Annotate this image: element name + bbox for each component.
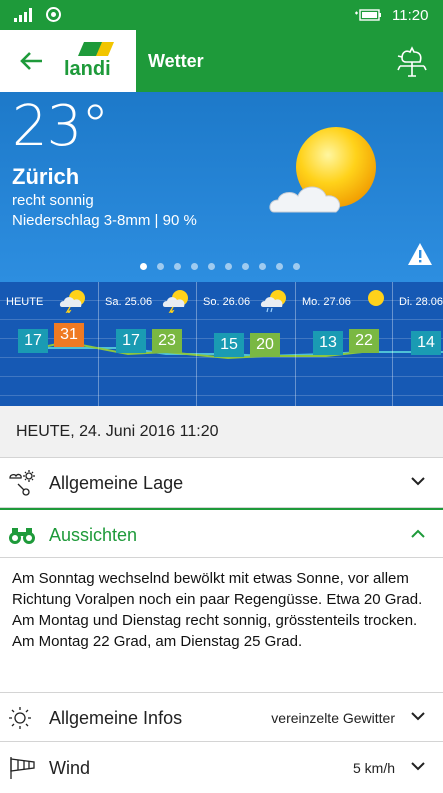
forecast-min-temp: 13 xyxy=(313,331,343,355)
chevron-down-icon[interactable] xyxy=(411,762,425,771)
page-dot xyxy=(242,263,249,270)
sun-thunder-icon xyxy=(162,290,188,313)
section-label: Allgemeine Lage xyxy=(49,473,184,493)
page-dot xyxy=(259,263,266,270)
forecast-max-temp: 20 xyxy=(250,333,280,357)
section-label: Wind xyxy=(49,758,91,778)
clock: 11:20 xyxy=(392,7,429,24)
date-bar: HEUTE, 24. Juni 2016 11:20 xyxy=(0,406,443,458)
outlook-text: Am Sonntag wechselnd bewölkt mit etwas S… xyxy=(12,570,423,650)
logo-area: landi xyxy=(0,30,136,92)
page-dot xyxy=(174,263,181,270)
forecast-day-label: Di. 28.06 xyxy=(399,296,443,308)
forecast-min-temp: 14 xyxy=(411,331,441,355)
page-dot xyxy=(157,263,164,270)
precipitation-info: Niederschlag 3-8mm | 90 % xyxy=(12,212,197,229)
sun-icon xyxy=(368,290,384,306)
sun-thunder-icon xyxy=(59,290,85,313)
page-dot xyxy=(191,263,198,270)
forecast-day-label: Sa. 25.06 xyxy=(105,296,153,308)
forecast-strip[interactable]: HEUTE 17 31 Sa. 25.06 17 23 So. 26.06 15 20 Mo. 2… xyxy=(0,282,443,406)
page-indicator xyxy=(140,263,310,271)
chevron-up-icon[interactable] xyxy=(411,529,425,538)
section-allgemeine-infos[interactable]: Allgemeine Infos vereinzelte Gewitter xyxy=(0,692,443,742)
warning-triangle-icon[interactable] xyxy=(407,242,433,266)
forecast-day-label: Mo. 27.06 xyxy=(302,296,351,308)
forecast-min-temp: 17 xyxy=(18,329,48,353)
sun-cloud-icon xyxy=(269,127,376,213)
signal-icon xyxy=(14,8,36,22)
forecast-day-label: So. 26.06 xyxy=(203,296,251,308)
page-dot xyxy=(140,263,147,270)
sun-cloud-rain-icon xyxy=(260,290,286,313)
forecast-max-temp: 23 xyxy=(152,329,182,353)
section-aussichten[interactable]: Aussichten xyxy=(0,508,443,558)
arrow-left-icon[interactable] xyxy=(18,47,46,75)
current-weather-panel[interactable]: 23° Zürich recht sonnig Niederschlag 3-8… xyxy=(0,92,443,282)
svg-text:landi: landi xyxy=(64,58,111,80)
forecast-min-temp: 15 xyxy=(214,333,244,357)
page-dot xyxy=(225,263,232,270)
rooster-weathervane-icon[interactable] xyxy=(396,44,428,78)
landi-logo: landi xyxy=(64,42,114,80)
forecast-max-temp: 22 xyxy=(349,329,379,353)
chevron-down-icon[interactable] xyxy=(411,712,425,721)
section-value: vereinzelte Gewitter xyxy=(271,710,395,726)
date-text: HEUTE, 24. Juni 2016 11:20 xyxy=(16,423,219,440)
app-header: landi Wetter xyxy=(0,30,443,92)
chevron-down-icon[interactable] xyxy=(411,477,425,486)
section-label: Aussichten xyxy=(49,525,138,545)
current-condition: recht sonnig xyxy=(12,192,94,209)
windsock-icon xyxy=(10,757,35,779)
location-icon xyxy=(46,7,61,22)
section-value: 5 km/h xyxy=(352,760,395,776)
status-bar: 11:20 xyxy=(0,0,443,30)
page-dot xyxy=(276,263,283,270)
page-dot xyxy=(293,263,300,270)
forecast-min-temp: 17 xyxy=(116,329,146,353)
current-temperature: 23° xyxy=(12,94,109,159)
forecast-day[interactable]: So. 26.06 xyxy=(196,282,295,406)
weather-symbols-icon xyxy=(9,470,35,496)
city-name: Zürich xyxy=(12,164,80,189)
section-allgemeine-lage[interactable]: Allgemeine Lage xyxy=(0,458,443,508)
sun-outline-icon xyxy=(9,707,31,729)
forecast-day-label: HEUTE xyxy=(6,296,44,308)
page-dot xyxy=(208,263,215,270)
battery-icon xyxy=(355,9,381,21)
forecast-max-temp: 31 xyxy=(54,323,84,347)
section-label: Allgemeine Infos xyxy=(49,708,183,728)
binoculars-icon xyxy=(9,528,35,544)
section-wind[interactable]: Wind 5 km/h xyxy=(0,743,443,793)
page-title: Wetter xyxy=(148,51,204,71)
